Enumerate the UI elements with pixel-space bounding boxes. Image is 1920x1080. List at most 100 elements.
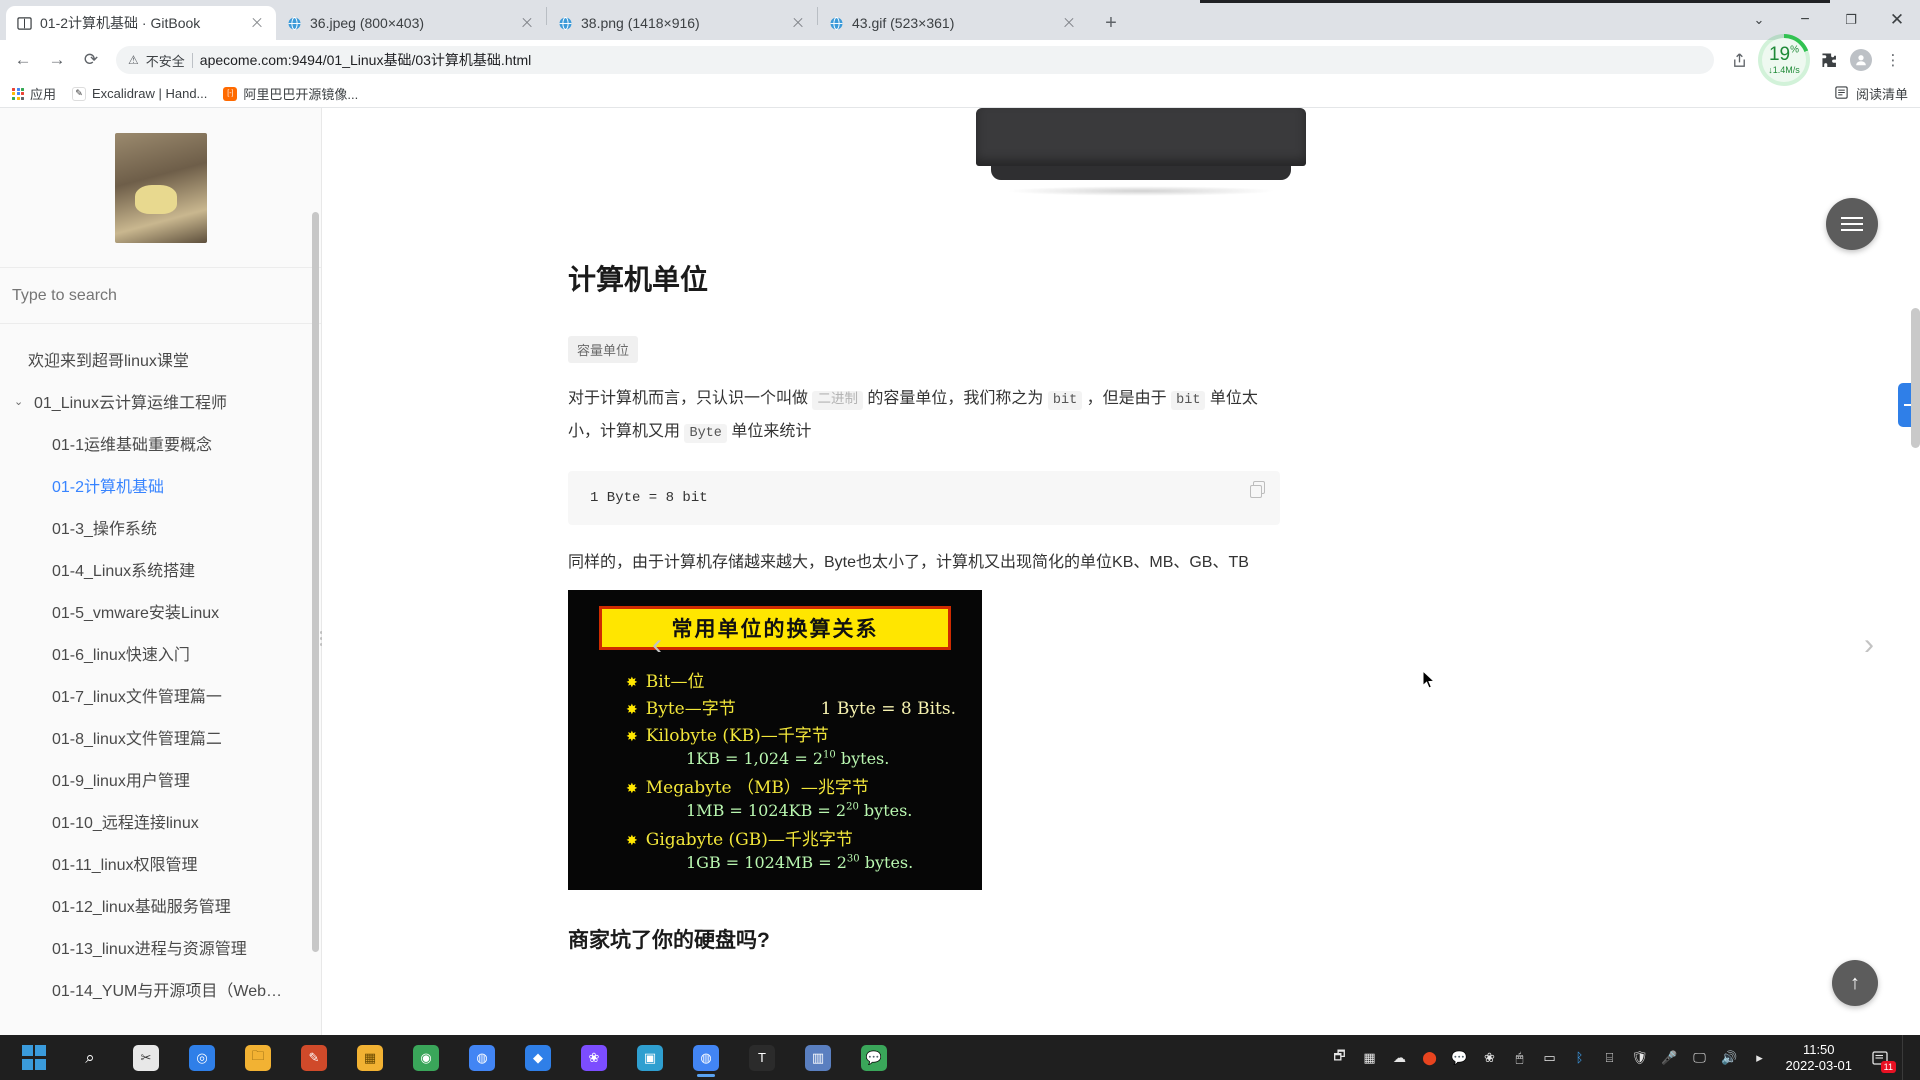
sidebar-item-01-6[interactable]: 01-6_linux快速入门 bbox=[0, 632, 321, 674]
excalidraw-icon: ✎ bbox=[72, 86, 87, 101]
app-editor[interactable]: ✎ bbox=[286, 1035, 342, 1080]
figure-row: ✸ Megabyte （MB）—兆字节 bbox=[568, 772, 982, 799]
bookmark-aliyun-mirror[interactable]: [-] 阿里巴巴开源镜像... bbox=[223, 84, 358, 103]
new-tab-button[interactable]: + bbox=[1094, 6, 1128, 40]
formula-tail: bytes. bbox=[858, 801, 913, 820]
browser-menu-icon[interactable]: ⋮ bbox=[1878, 45, 1908, 75]
tab-0[interactable]: 01-2计算机基础 · GitBook bbox=[6, 6, 276, 40]
tray-battery-icon[interactable]: ▭ bbox=[1540, 1048, 1560, 1068]
sidebar-item-welcome[interactable]: 欢迎来到超哥linux课堂 bbox=[0, 338, 321, 380]
download-progress-indicator[interactable]: 19% ↓1.4M/s bbox=[1758, 34, 1810, 86]
tray-apps-icon[interactable]: ▦ bbox=[1360, 1048, 1380, 1068]
app-chrome-active[interactable]: ◍ bbox=[678, 1035, 734, 1080]
puzzle-icon[interactable] bbox=[1814, 45, 1844, 75]
sidebar-logo[interactable] bbox=[0, 108, 321, 268]
app-chrome[interactable]: ◍ bbox=[454, 1035, 510, 1080]
bookmark-apps[interactable]: 应用 bbox=[12, 84, 56, 103]
sidebar-item-01-8[interactable]: 01-8_linux文件管理篇二 bbox=[0, 716, 321, 758]
tray-bluetooth-icon[interactable]: ᛒ bbox=[1570, 1048, 1590, 1068]
sidebar-item-01-3[interactable]: 01-3_操作系统 bbox=[0, 506, 321, 548]
tab-3[interactable]: 43.gif (523×361) bbox=[818, 6, 1088, 40]
tab-2[interactable]: 38.png (1418×916) bbox=[547, 6, 817, 40]
sidebar-item-01-9[interactable]: 01-9_linux用户管理 bbox=[0, 758, 321, 800]
keyboard-shadow bbox=[1006, 186, 1276, 196]
show-desktop-button[interactable] bbox=[1902, 1035, 1910, 1080]
prev-page-arrow[interactable]: ‹ bbox=[652, 628, 662, 662]
tray-volume-icon[interactable]: 🔊 bbox=[1720, 1048, 1740, 1068]
tray-recorder-icon[interactable]: ⬤ bbox=[1420, 1048, 1440, 1068]
share-icon[interactable] bbox=[1724, 45, 1754, 75]
hamburger-icon[interactable] bbox=[1826, 198, 1878, 250]
tray-wechat-icon[interactable]: 💬 bbox=[1450, 1048, 1470, 1068]
app-wechat[interactable]: 💬 bbox=[846, 1035, 902, 1080]
app-search-globe[interactable]: ◎ bbox=[174, 1035, 230, 1080]
sidebar-item-01-4[interactable]: 01-4_Linux系统搭建 bbox=[0, 548, 321, 590]
sidebar-item-01-14[interactable]: 01-14_YUM与开源项目（Web… bbox=[0, 968, 321, 1010]
reading-list-button[interactable]: 阅读清单 bbox=[1834, 84, 1908, 103]
bookmark-excalidraw[interactable]: ✎ Excalidraw | Hand... bbox=[72, 86, 207, 101]
close-window-button[interactable]: ✕ bbox=[1874, 0, 1920, 40]
tray-cloud-icon[interactable]: ☁ bbox=[1390, 1048, 1410, 1068]
address-bar[interactable]: ⚠ 不安全 apecome.com:9494/01_Linux基础/03计算机基… bbox=[116, 46, 1714, 74]
notification-center-button[interactable]: 11 bbox=[1868, 1046, 1896, 1073]
sidebar-item-group-linux[interactable]: ⌄ 01_Linux云计算运维工程师 bbox=[0, 380, 321, 422]
app-windows-store[interactable]: ▦ bbox=[342, 1035, 398, 1080]
close-icon[interactable] bbox=[1060, 14, 1078, 32]
sidebar-item-01-12[interactable]: 01-12_linux基础服务管理 bbox=[0, 884, 321, 926]
tray-flower-icon[interactable]: ❀ bbox=[1480, 1048, 1500, 1068]
copy-icon[interactable] bbox=[1250, 481, 1268, 499]
sidebar-item-01-13[interactable]: 01-13_linux进程与资源管理 bbox=[0, 926, 321, 968]
scrollbar-thumb[interactable] bbox=[312, 212, 319, 952]
tray-expand-icon[interactable]: ▸ bbox=[1750, 1048, 1770, 1068]
start-button[interactable] bbox=[6, 1035, 62, 1080]
app-typora-2[interactable]: T bbox=[734, 1035, 790, 1080]
search-button[interactable]: ⌕ bbox=[62, 1035, 118, 1080]
sidebar-scrollbar[interactable] bbox=[312, 212, 319, 952]
figure-row: ✸ Gigabyte (GB)—千兆字节 bbox=[568, 824, 982, 851]
tray-display-icon[interactable]: 🗗 bbox=[1330, 1048, 1350, 1068]
app-gallery[interactable]: ▣ bbox=[622, 1035, 678, 1080]
sidebar-item-01-2[interactable]: 01-2计算机基础 bbox=[0, 464, 321, 506]
forward-button[interactable]: → bbox=[42, 45, 72, 75]
app-vscode[interactable]: ◆ bbox=[510, 1035, 566, 1080]
reload-button[interactable]: ⟳ bbox=[76, 45, 106, 75]
scroll-to-top-button[interactable]: ↑ bbox=[1832, 960, 1878, 1006]
sidebar-item-01-1[interactable]: 01-1运维基础重要概念 bbox=[0, 422, 321, 464]
file-explorer[interactable]: 🗀 bbox=[230, 1035, 286, 1080]
figure-row: ✸ Bit—位 bbox=[568, 666, 982, 693]
taskbar-clock[interactable]: 11:50 2022-03-01 bbox=[1780, 1042, 1859, 1074]
figure-row-value: 1 Byte = 8 Bits. bbox=[820, 699, 956, 719]
tray-shield-icon[interactable]: 🛡 bbox=[1630, 1048, 1650, 1068]
sidebar-item-01-10[interactable]: 01-10_远程连接linux bbox=[0, 800, 321, 842]
close-icon[interactable] bbox=[789, 14, 807, 32]
typora-icon: ◉ bbox=[413, 1044, 439, 1071]
search-input[interactable] bbox=[12, 286, 309, 305]
app-photos[interactable]: ❀ bbox=[566, 1035, 622, 1080]
code-block-text: 1 Byte = 8 bit bbox=[590, 490, 708, 506]
sidebar-item-01-11[interactable]: 01-11_linux权限管理 bbox=[0, 842, 321, 884]
app-snipaste[interactable]: ✂ bbox=[118, 1035, 174, 1080]
close-icon[interactable] bbox=[518, 14, 536, 32]
clock-date: 2022-03-01 bbox=[1785, 1057, 1853, 1073]
avatar-icon[interactable] bbox=[1846, 45, 1876, 75]
sidebar-item-01-7[interactable]: 01-7_linux文件管理篇一 bbox=[0, 674, 321, 716]
close-icon[interactable] bbox=[248, 14, 266, 32]
page-scrollbar-thumb[interactable] bbox=[1911, 308, 1920, 448]
tray-mic-icon[interactable]: 🎤 bbox=[1660, 1048, 1680, 1068]
back-button[interactable]: ← bbox=[8, 45, 38, 75]
app-typora[interactable]: ◉ bbox=[398, 1035, 454, 1080]
app-window[interactable]: ▥ bbox=[790, 1035, 846, 1080]
tray-monitor-icon[interactable]: 🖵 bbox=[1690, 1048, 1710, 1068]
maximize-button[interactable]: ❐ bbox=[1828, 0, 1874, 40]
tab-1[interactable]: 36.jpeg (800×403) bbox=[276, 6, 546, 40]
bookmarks-bar: 应用 ✎ Excalidraw | Hand... [-] 阿里巴巴开源镜像..… bbox=[0, 80, 1920, 108]
tray-mouse-icon[interactable]: 🖱 bbox=[1510, 1048, 1530, 1068]
tab-title: 01-2计算机基础 · GitBook bbox=[40, 15, 201, 31]
next-page-arrow[interactable]: › bbox=[1864, 628, 1874, 662]
typora-t-icon: T bbox=[749, 1044, 775, 1071]
code-binary: 二进制 bbox=[812, 391, 863, 410]
sidebar-item-01-5[interactable]: 01-5_vmware安装Linux bbox=[0, 590, 321, 632]
sidebar-item-label: 01-14_YUM与开源项目（Web… bbox=[52, 983, 282, 1000]
sidebar-search[interactable] bbox=[0, 268, 321, 324]
tray-usb-icon[interactable]: ⌸ bbox=[1600, 1048, 1620, 1068]
